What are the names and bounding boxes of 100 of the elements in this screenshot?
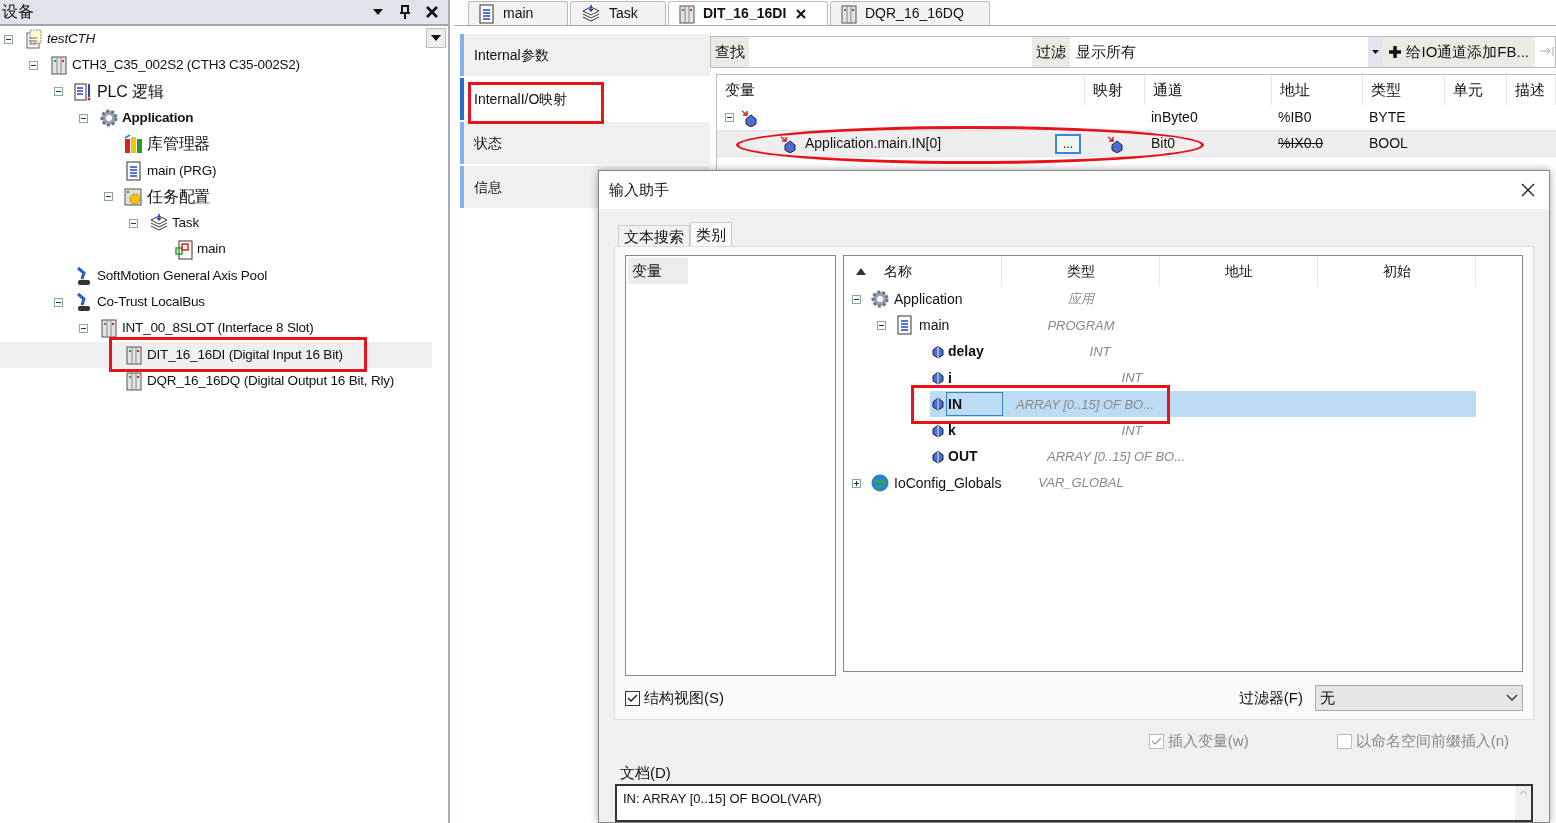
dialog-tab[interactable]: 文本搜索	[618, 225, 690, 246]
column-header[interactable]: 地址	[1160, 256, 1318, 286]
dropdown-button[interactable]	[426, 28, 446, 48]
tree-label: testCTH	[47, 30, 96, 48]
close-icon[interactable]	[796, 8, 807, 19]
tree-name: IN	[946, 392, 1003, 417]
tree-row[interactable]: DQR_16_16DQ (Digital Output 16 Bit, Rly)	[0, 367, 432, 395]
tree-row[interactable]: 任务配置	[0, 183, 432, 211]
table-cell-text: BYTE	[1368, 108, 1407, 127]
tree-row[interactable]: INT_00_8SLOT (Interface 8 Slot)	[0, 315, 432, 342]
column-header[interactable]: 通道	[1145, 75, 1272, 105]
mapping-icon	[740, 108, 758, 127]
column-header[interactable]: 单元	[1445, 75, 1507, 105]
device-icon	[679, 3, 695, 24]
tree-label: DIT_16_16DI (Digital Input 16 Bit)	[147, 345, 343, 364]
collapse-icon[interactable]	[54, 297, 63, 307]
document-icon	[126, 160, 142, 181]
column-header[interactable]: 类型	[1002, 256, 1160, 286]
variable-icon	[932, 371, 944, 386]
caret-icon	[431, 35, 441, 41]
collapse-icon[interactable]	[4, 34, 13, 44]
tree-row[interactable]: main (PRG)	[0, 157, 432, 184]
collapse-icon[interactable]	[129, 218, 138, 228]
collapse-icon[interactable]	[79, 323, 88, 333]
tree-row[interactable]: Co-Trust LocalBus	[0, 288, 432, 316]
tree-row[interactable]: testCTH	[0, 26, 432, 53]
checkbox[interactable]	[625, 690, 640, 706]
tree-name: IoConfig_Globals	[893, 473, 1003, 493]
collapse-icon[interactable]	[54, 87, 63, 97]
close-icon[interactable]	[1521, 183, 1535, 197]
filter-label: 过滤器(F)	[1238, 687, 1303, 708]
tree-label: 任务配置	[147, 186, 211, 207]
collapse-icon[interactable]	[852, 294, 861, 304]
tree-row[interactable]: CTH3_C35_002S2 (CTH3 C35-002S2)	[0, 52, 432, 79]
robot-arm-icon	[75, 265, 93, 286]
globe-icon	[870, 473, 890, 494]
tree-label: Task	[172, 214, 199, 233]
dialog-tab[interactable]: 类别	[690, 222, 732, 246]
table-cell-text: %IX0.0	[1277, 134, 1325, 153]
tree-label: INT_00_8SLOT (Interface 8 Slot)	[122, 319, 314, 338]
table-cell-text: %IB0	[1277, 108, 1313, 127]
editor-tab[interactable]: main	[468, 1, 568, 25]
nav-item[interactable]: Internal参数	[460, 34, 710, 76]
device-icon	[126, 371, 142, 391]
pin-icon[interactable]	[400, 5, 410, 19]
column-header[interactable]: 地址	[1272, 75, 1363, 105]
dropdown-icon[interactable]	[372, 8, 384, 16]
nav-item[interactable]: 状态	[460, 122, 710, 164]
editor-tab[interactable]: DQR_16_16DQ	[830, 1, 990, 25]
project-icon	[25, 29, 43, 50]
collapse-icon[interactable]	[29, 60, 38, 70]
mapping-icon	[779, 134, 797, 153]
collapse-icon[interactable]	[79, 113, 88, 123]
filter-select[interactable]: 无	[1315, 685, 1523, 711]
device-icon	[51, 55, 67, 76]
tree-label: Co-Trust LocalBus	[97, 293, 205, 311]
type-cell-text: INT	[1120, 421, 1144, 440]
tree-row[interactable]: main	[0, 236, 432, 263]
tree-row[interactable]: Task	[0, 210, 432, 237]
collapse-icon[interactable]	[104, 192, 113, 202]
column-header[interactable]: 名称	[884, 260, 912, 282]
tree-row[interactable]: PLC 逻辑	[0, 78, 432, 105]
tree-label: DQR_16_16DQ (Digital Output 16 Bit, Rly)	[147, 371, 395, 390]
stack-icon	[581, 3, 601, 24]
robot-arm-icon	[75, 292, 93, 313]
tree-name: main	[918, 315, 951, 335]
tree-label: 库管理器	[147, 134, 211, 155]
tree-name: Application	[893, 289, 964, 309]
collapse-icon[interactable]	[877, 320, 886, 330]
column-header[interactable]: 变量	[717, 75, 1085, 105]
tree-name: delay	[947, 342, 985, 362]
editor-tab[interactable]: DIT_16_16DI	[668, 1, 828, 25]
tree-name: OUT	[947, 447, 979, 467]
variable-icon	[932, 423, 944, 438]
editor-tab[interactable]: Task	[570, 1, 666, 25]
category-item[interactable]: 变量	[628, 258, 688, 284]
column-header[interactable]: 类型	[1363, 75, 1445, 105]
doc-text: IN: ARRAY [0..15] OF BOOL(VAR)	[622, 790, 823, 808]
tree-row[interactable]: DIT_16_16DI (Digital Input 16 Bit)	[0, 341, 432, 368]
chevron-down-icon	[1506, 694, 1518, 702]
device-icon	[841, 3, 857, 24]
close-icon[interactable]	[426, 6, 438, 18]
column-header[interactable]: 描述	[1507, 75, 1556, 105]
mapping-icon	[1106, 134, 1124, 153]
expand-icon[interactable]	[852, 478, 861, 488]
tree-row[interactable]: 库管理器	[0, 131, 432, 158]
tree-label: main (PRG)	[147, 161, 217, 180]
browse-button[interactable]: ...	[1055, 133, 1081, 154]
type-cell-text: ARRAY [0..15] OF BO...	[1045, 448, 1186, 467]
column-header[interactable]: 映射	[1085, 75, 1145, 105]
gear-icon	[870, 289, 890, 310]
books-icon	[124, 134, 144, 155]
tree-row[interactable]: SoftMotion General Axis Pool	[0, 262, 432, 289]
tree-row[interactable]: Application	[0, 104, 432, 132]
sort-ascending-icon[interactable]	[856, 267, 866, 275]
device-icon	[126, 344, 142, 365]
column-header[interactable]: 初始	[1318, 256, 1476, 286]
collapse-icon[interactable]	[725, 113, 734, 122]
tree-label: main	[197, 240, 226, 259]
type-cell-text: PROGRAM	[1046, 316, 1116, 335]
